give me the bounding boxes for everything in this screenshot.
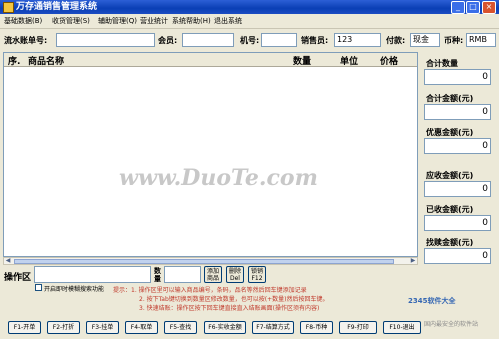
menu-item-receiving[interactable]: 收货管理(S) <box>52 16 90 26</box>
scrollbar-thumb[interactable] <box>14 259 394 264</box>
window-title: 万存通销售管理系统 <box>16 2 98 12</box>
payment-label: 付款: <box>386 36 406 45</box>
column-header-name: 商品名称 <box>28 57 65 67</box>
lock-button[interactable]: 锁销F12 <box>248 266 266 283</box>
hold-order-button[interactable]: F3-挂单 <box>86 321 119 334</box>
member-label: 会员: <box>158 36 178 45</box>
currency-button[interactable]: F8-币种 <box>300 321 333 334</box>
machine-input[interactable] <box>261 33 297 47</box>
operation-input[interactable] <box>34 266 151 283</box>
title-bar: 万存通销售管理系统 _ □ × <box>0 0 499 14</box>
received-amount-button[interactable]: F6-实收金额 <box>204 321 246 334</box>
new-order-button[interactable]: F1-开单 <box>8 321 41 334</box>
retrieve-order-button[interactable]: F4-取单 <box>125 321 158 334</box>
operation-label: 操作区 <box>4 273 32 283</box>
serial-label: 流水账单号: <box>4 36 48 45</box>
column-header-unit: 单位 <box>340 57 359 67</box>
items-table[interactable]: 序. 商品名称 数量 单位 价格 www.DuoTe.com <box>3 52 418 257</box>
serial-input[interactable] <box>56 33 155 47</box>
machine-label: 机号: <box>240 36 260 45</box>
maximize-button[interactable]: □ <box>466 1 480 14</box>
order-form: 流水账单号: 会员: 机号: 销售员: 123 付款: 现金 币种: RMB <box>0 29 499 51</box>
discount-amount-label: 优惠金额(元) <box>426 128 474 137</box>
scroll-right-icon[interactable]: ▶ <box>409 258 417 264</box>
menu-bar: 基础数据(B) 收货管理(S) 辅助管理(Q) 营业统计 系统帮助(H) 退出系… <box>0 14 499 29</box>
received-amount-label: 已收金额(元) <box>426 205 474 214</box>
menu-item-exit[interactable]: 退出系统 <box>214 16 242 26</box>
menu-item-help[interactable]: 系统帮助(H) <box>172 16 211 26</box>
summary-panel: 合计数量 0 合计金额(元) 0 优惠金额(元) 0 应收金额(元) 0 已收金… <box>421 52 496 266</box>
table-header: 序. 商品名称 数量 单位 价格 <box>4 53 417 67</box>
close-button[interactable]: × <box>482 1 496 14</box>
fuzzy-search-checkbox[interactable] <box>35 284 42 291</box>
column-header-qty: 数量 <box>293 57 312 67</box>
member-input[interactable] <box>182 33 234 47</box>
total-amount-value: 0 <box>424 104 491 120</box>
salesperson-input[interactable]: 123 <box>334 33 381 47</box>
discount-amount-value: 0 <box>424 138 491 154</box>
currency-label: 币种: <box>444 36 464 45</box>
print-button[interactable]: F9-打印 <box>339 321 377 334</box>
delete-button[interactable]: 删除Del <box>226 266 244 283</box>
horizontal-scrollbar[interactable]: ◀ ▶ <box>3 257 418 265</box>
watermark: www.DuoTe.com <box>119 165 318 191</box>
tip-line: 3. 快速结账：操作区按下回车键直接直入结账画面(操作区须有内容) <box>139 305 320 312</box>
payment-method-button[interactable]: F7-结算方式 <box>252 321 294 334</box>
site-logo: 2345软件大全 <box>408 297 456 305</box>
minimize-button[interactable]: _ <box>451 1 465 14</box>
change-amount-value: 0 <box>424 248 491 264</box>
tip-line: 2. 按下Tab键切换到数量区修改数量，也可以按(+数量)然后按回车键。 <box>139 296 329 303</box>
column-header-index: 序. <box>8 57 21 67</box>
column-header-price: 价格 <box>380 57 399 67</box>
salesperson-label: 销售员: <box>301 36 329 45</box>
menu-item-business-stats[interactable]: 营业统计 <box>140 16 168 26</box>
total-amount-label: 合计金额(元) <box>426 94 474 103</box>
qty-label: 数量 <box>154 267 161 283</box>
tip-line: 提示：1. 操作区里可以输入商品编号，条码，品名等然后回车键添加记录 <box>113 287 307 294</box>
qty-input[interactable] <box>164 266 201 283</box>
exit-button[interactable]: F10-退出 <box>383 321 421 334</box>
total-qty-value: 0 <box>424 69 491 85</box>
received-amount-value: 0 <box>424 215 491 231</box>
add-item-button[interactable]: 添加商品 <box>204 266 222 283</box>
currency-select[interactable]: RMB <box>466 33 496 47</box>
operation-area: 操作区 数量 添加商品 删除Del 锁销F12 <box>0 266 420 284</box>
discount-button[interactable]: F2-打折 <box>47 321 80 334</box>
receivable-amount-label: 应收金额(元) <box>426 171 474 180</box>
menu-item-basic-data[interactable]: 基础数据(B) <box>4 16 42 26</box>
fuzzy-search-label: 开启即时模糊搜索功能 <box>44 286 105 293</box>
scroll-left-icon[interactable]: ◀ <box>4 258 12 264</box>
tips-text: 提示：1. 操作区里可以输入商品编号，条码，品名等然后回车键添加记录 2. 按下… <box>113 286 329 313</box>
search-button[interactable]: F5-查找 <box>164 321 197 334</box>
change-amount-label: 找赎金额(元) <box>426 238 474 247</box>
total-qty-label: 合计数量 <box>426 59 458 68</box>
payment-select[interactable]: 现金 <box>410 33 440 47</box>
footer-watermark: 国内最安全的软件站 <box>424 321 479 328</box>
menu-item-auxiliary[interactable]: 辅助管理(Q) <box>98 16 137 26</box>
app-icon <box>3 2 14 13</box>
receivable-amount-value: 0 <box>424 181 491 197</box>
